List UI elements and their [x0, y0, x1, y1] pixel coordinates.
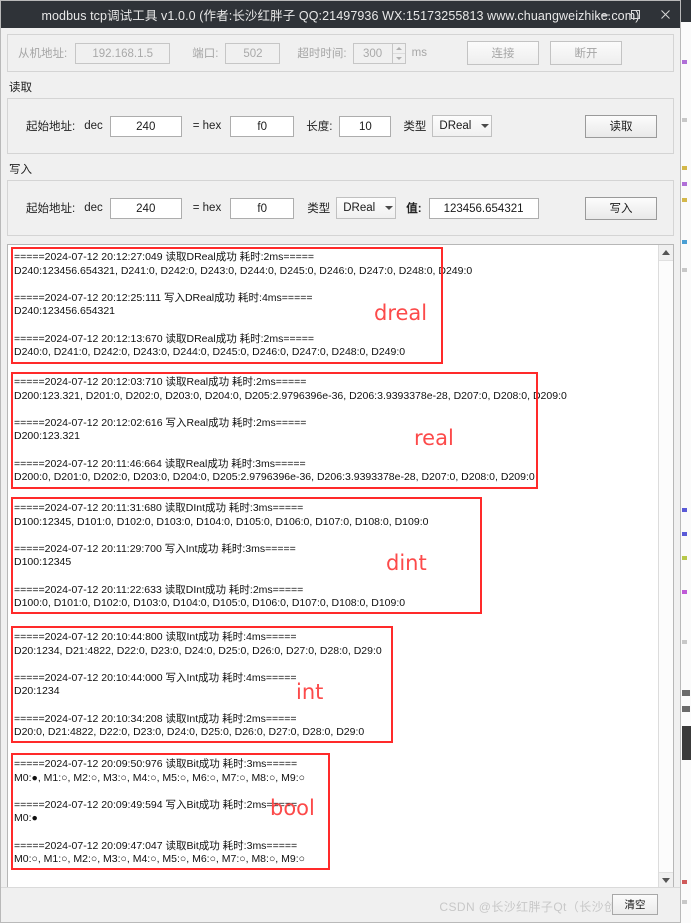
main-window: modbus tcp调试工具 v1.0.0 (作者:长沙红胖子 QQ:21497…: [0, 0, 681, 923]
bg-code-line: [682, 640, 687, 644]
write-eq-hex-label: = hex: [192, 202, 222, 214]
read-type-select[interactable]: DReal: [432, 115, 493, 137]
port-input[interactable]: 502: [225, 42, 281, 64]
chevron-down-icon: [481, 124, 490, 128]
bg-code-line: [682, 508, 687, 512]
read-length-input[interactable]: 10: [339, 115, 392, 137]
write-type-label: 类型: [307, 203, 331, 215]
bg-code-line: [682, 900, 687, 904]
read-dec-input[interactable]: 240: [109, 115, 182, 137]
window-controls: [590, 1, 680, 28]
write-type-select[interactable]: DReal: [336, 197, 397, 219]
write-value-label: 值:: [406, 203, 422, 215]
write-address-label: 起始地址:: [26, 203, 76, 215]
bg-code-line: [682, 240, 687, 244]
read-group-title: 读取: [9, 82, 32, 94]
timeout-input[interactable]: 300: [352, 42, 393, 64]
bg-code-line: [682, 556, 687, 560]
write-type-value: DReal: [343, 202, 376, 214]
log-block-dint: =====2024-07-12 20:11:31:680 读取DInt成功 耗时…: [14, 502, 429, 610]
clear-button[interactable]: 清空: [612, 894, 658, 915]
read-type-value: DReal: [439, 120, 472, 132]
log-block-real: =====2024-07-12 20:12:03:710 读取Real成功 耗时…: [14, 376, 567, 484]
timeout-spinner-up[interactable]: [392, 44, 405, 54]
log-block-dreal: =====2024-07-12 20:12:27:049 读取DReal成功 耗…: [14, 251, 473, 359]
read-group: 起始地址: dec 240 = hex f0 长度: 10 类型 DReal 读…: [7, 98, 674, 154]
close-icon[interactable]: [650, 1, 680, 28]
bg-code-line: [682, 166, 687, 170]
log-block-bool: =====2024-07-12 20:09:50:976 读取Bit成功 耗时:…: [14, 758, 305, 866]
bg-code-line: [682, 268, 687, 272]
bg-code-line: [682, 532, 687, 536]
chevron-down-icon: [395, 56, 402, 60]
slave-address-input[interactable]: 192.168.1.5: [75, 42, 171, 64]
bg-code-line: [682, 590, 687, 594]
timeout-spinner[interactable]: 300: [352, 42, 406, 64]
read-type-label: 类型: [403, 121, 427, 133]
write-dec-input[interactable]: 240: [109, 197, 182, 219]
timeout-unit-label: ms: [411, 47, 427, 59]
chevron-down-icon: [385, 206, 394, 210]
status-bar: CSDN @长沙红胖子Qt（长沙创微智科） 清空: [1, 887, 680, 922]
bg-code-line: [682, 118, 687, 122]
write-hex-input[interactable]: f0: [230, 197, 295, 219]
scrollbar-down-button[interactable]: [659, 872, 673, 888]
bg-code-line: [682, 182, 687, 186]
bg-code-line: [682, 706, 690, 712]
log-vertical-scrollbar[interactable]: [658, 245, 673, 888]
disconnect-button[interactable]: 断开: [549, 41, 622, 65]
bg-code-line: [682, 880, 687, 884]
maximize-icon[interactable]: [620, 1, 650, 28]
write-group-title: 写入: [9, 164, 32, 176]
read-address-label: 起始地址:: [26, 121, 76, 133]
write-button[interactable]: 写入: [585, 196, 657, 220]
window-title: modbus tcp调试工具 v1.0.0 (作者:长沙红胖子 QQ:21497…: [41, 9, 640, 23]
chevron-up-icon: [395, 46, 402, 50]
write-group: 起始地址: dec 240 = hex f0 类型 DReal 值: 12345…: [7, 180, 674, 236]
log-output-panel: =====2024-07-12 20:12:27:049 读取DReal成功 耗…: [7, 244, 674, 889]
background-window-titlebar: [680, 0, 691, 22]
log-scroll-area[interactable]: =====2024-07-12 20:12:27:049 读取DReal成功 耗…: [8, 245, 658, 888]
write-dec-label: dec: [84, 202, 103, 214]
write-value-input[interactable]: 123456.654321: [428, 197, 539, 219]
read-button[interactable]: 读取: [585, 114, 657, 138]
scrollbar-up-button[interactable]: [659, 245, 673, 261]
timeout-label: 超时时间:: [297, 48, 347, 60]
bg-code-line: [682, 690, 690, 696]
slave-address-label: 从机地址:: [18, 48, 68, 60]
connection-toolbar: 从机地址: 192.168.1.5 端口: 502 超时时间: 300 ms 连…: [7, 34, 674, 72]
minimize-icon[interactable]: [590, 1, 620, 28]
bg-code-line: [682, 60, 687, 64]
read-hex-input[interactable]: f0: [230, 115, 295, 137]
app-root: modbus tcp调试工具 v1.0.0 (作者:长沙红胖子 QQ:21497…: [0, 0, 691, 923]
read-eq-hex-label: = hex: [192, 120, 222, 132]
timeout-spinner-buttons[interactable]: [392, 42, 406, 64]
bg-code-line: [682, 198, 687, 202]
log-block-int: =====2024-07-12 20:10:44:800 读取Int成功 耗时:…: [14, 631, 382, 739]
read-dec-label: dec: [84, 120, 103, 132]
chevron-down-icon: [662, 878, 670, 883]
timeout-spinner-down[interactable]: [393, 54, 405, 63]
chevron-up-icon: [662, 250, 670, 255]
connect-button[interactable]: 连接: [466, 41, 539, 65]
title-bar: modbus tcp调试工具 v1.0.0 (作者:长沙红胖子 QQ:21497…: [1, 1, 680, 28]
port-label: 端口:: [192, 48, 219, 60]
read-length-label: 长度:: [306, 121, 333, 133]
scrollbar-track[interactable]: [659, 261, 673, 872]
bg-code-block: [682, 726, 691, 760]
